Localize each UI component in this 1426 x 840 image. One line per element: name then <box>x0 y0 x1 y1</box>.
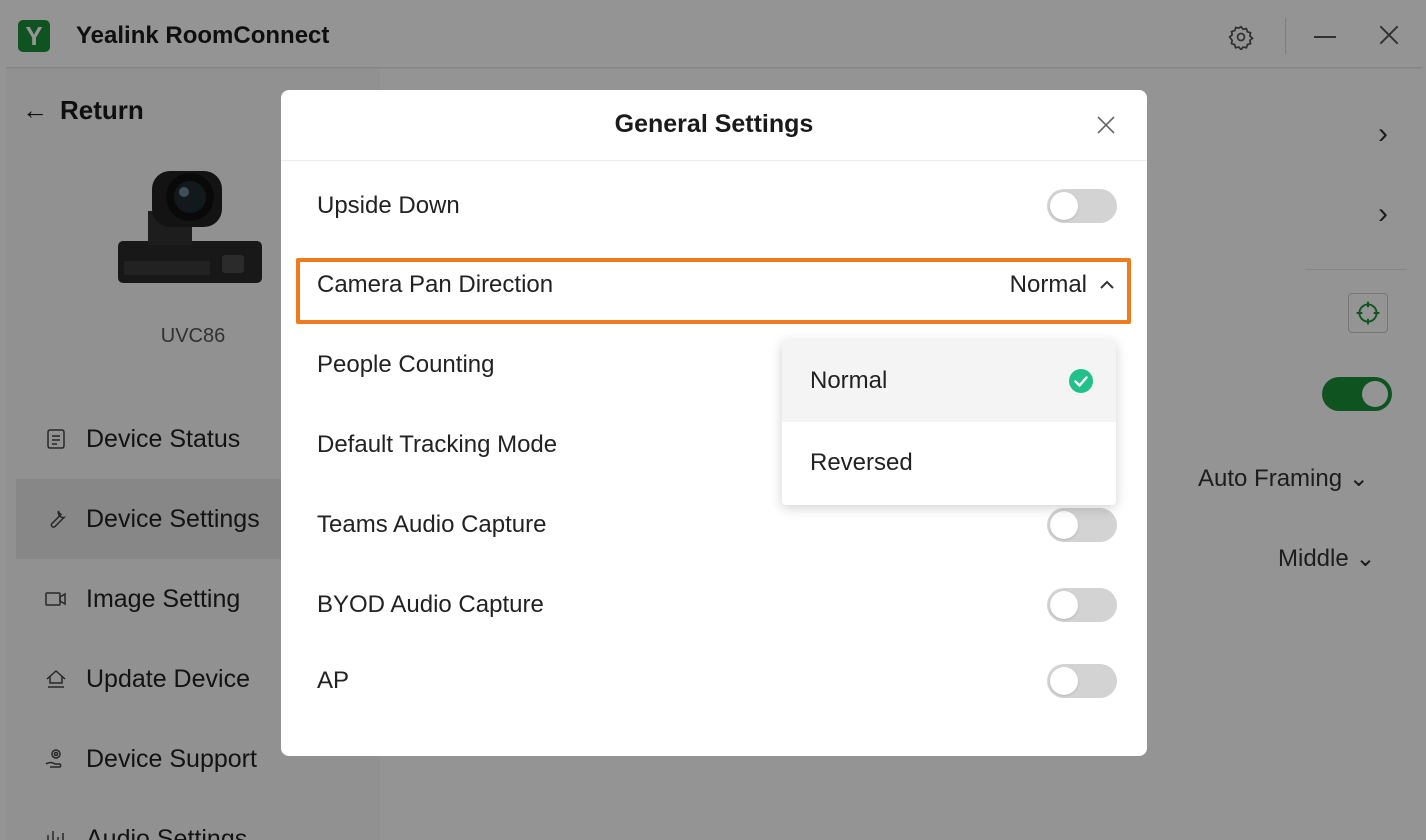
setting-label: Default Tracking Mode <box>317 431 558 458</box>
highlight-box <box>296 258 1131 324</box>
setting-label: BYOD Audio Capture <box>317 591 544 618</box>
check-circle-icon <box>1069 369 1093 393</box>
setting-row-byod-audio-capture: BYOD Audio Capture <box>317 580 1117 630</box>
setting-row-upside-down: Upside Down <box>317 181 1117 231</box>
setting-row-teams-audio-capture: Teams Audio Capture <box>317 500 1117 550</box>
setting-label: People Counting <box>317 351 495 378</box>
option-label: Reversed <box>810 449 913 476</box>
ap-toggle[interactable] <box>1047 664 1117 698</box>
close-icon[interactable] <box>1095 114 1117 136</box>
dropdown-option-normal[interactable]: Normal <box>782 340 1116 422</box>
option-label: Normal <box>810 367 888 394</box>
upside-down-toggle[interactable] <box>1047 189 1117 223</box>
setting-label: Teams Audio Capture <box>317 511 547 538</box>
setting-row-ap: AP <box>317 656 1117 706</box>
dialog-divider <box>281 160 1147 161</box>
dialog-title: General Settings <box>614 110 814 138</box>
teams-audio-capture-toggle[interactable] <box>1047 508 1117 542</box>
setting-label: AP <box>317 667 350 694</box>
setting-label: Upside Down <box>317 192 460 219</box>
dropdown-option-reversed[interactable]: Reversed <box>782 422 1116 504</box>
pan-direction-dropdown: Normal Reversed <box>782 340 1116 505</box>
byod-audio-capture-toggle[interactable] <box>1047 588 1117 622</box>
